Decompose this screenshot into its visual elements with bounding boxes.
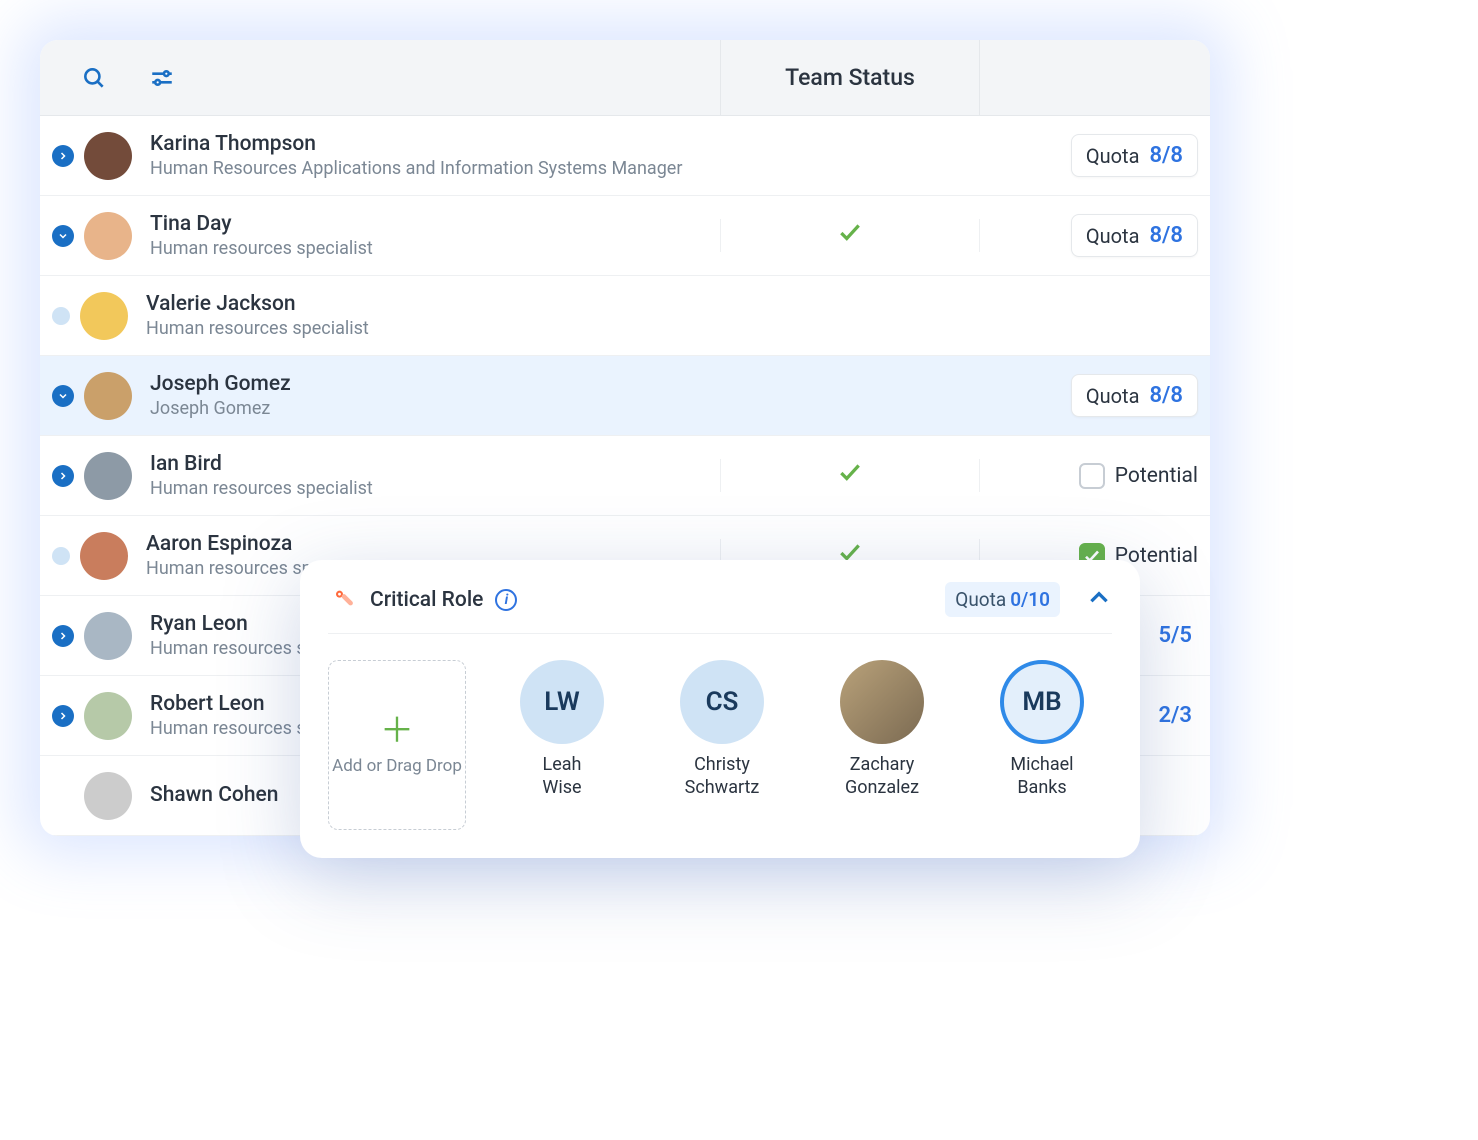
candidate-name: ZacharyGonzalez <box>845 754 919 799</box>
info-icon[interactable]: i <box>495 589 517 611</box>
panel-header: Team Status <box>40 40 1210 116</box>
candidate-item[interactable]: CS ChristySchwartz <box>652 660 792 830</box>
avatar <box>84 452 132 500</box>
plus-icon: ＋ <box>380 714 414 748</box>
chevron-right-icon[interactable] <box>52 465 74 487</box>
team-status-header: Team Status <box>720 40 980 115</box>
key-icon <box>328 585 358 615</box>
quota-value: 5/5 <box>1158 623 1198 648</box>
avatar-initials: LW <box>520 660 604 744</box>
person-role: Human Resources Applications and Informa… <box>150 158 682 179</box>
table-row[interactable]: Joseph GomezJoseph Gomez Quota 8/8 <box>40 356 1210 436</box>
chevron-right-icon[interactable] <box>52 705 74 727</box>
filter-icon[interactable] <box>148 64 176 92</box>
popup-quota-badge: Quota0/10 <box>945 582 1060 617</box>
avatar-initials: CS <box>680 660 764 744</box>
avatar <box>84 132 132 180</box>
check-icon <box>837 219 863 252</box>
potential-label: Potential <box>1115 464 1198 488</box>
person-name: Shawn Cohen <box>150 783 278 807</box>
avatar <box>840 660 924 744</box>
person-name: Aaron Espinoza <box>146 532 369 556</box>
potential-checkbox[interactable] <box>1079 463 1105 489</box>
chevron-down-icon[interactable] <box>52 225 74 247</box>
avatar <box>84 212 132 260</box>
avatar <box>84 372 132 420</box>
quota-label: Quota <box>1086 224 1140 248</box>
chevron-down-icon[interactable] <box>52 385 74 407</box>
person-name: Joseph Gomez <box>150 372 291 396</box>
quota-pill: Quota 8/8 <box>1071 374 1198 417</box>
quota-value: 2/3 <box>1158 703 1198 728</box>
check-icon <box>837 459 863 492</box>
critical-role-popup: Critical Role i Quota0/10 ＋ Add or Drag … <box>300 560 1140 858</box>
table-row[interactable]: Karina ThompsonHuman Resources Applicati… <box>40 116 1210 196</box>
quota-pill: Quota 8/8 <box>1071 134 1198 177</box>
chevron-right-icon[interactable] <box>52 145 74 167</box>
tree-leaf-dot <box>52 307 70 325</box>
avatar <box>84 612 132 660</box>
quota-value: 8/8 <box>1149 223 1183 248</box>
tree-leaf-dot <box>52 547 70 565</box>
avatar <box>84 692 132 740</box>
person-name: Karina Thompson <box>150 132 682 156</box>
add-drop-zone[interactable]: ＋ Add or Drag Drop <box>328 660 466 830</box>
candidate-item[interactable]: ZacharyGonzalez <box>812 660 952 830</box>
person-role: Human resources specialist <box>146 318 369 339</box>
avatar <box>84 772 132 820</box>
search-icon[interactable] <box>80 64 108 92</box>
avatar-initials: MB <box>1000 660 1084 744</box>
table-row[interactable]: Valerie JacksonHuman resources specialis… <box>40 276 1210 356</box>
table-row[interactable]: Tina DayHuman resources specialist Quota 8… <box>40 196 1210 276</box>
person-role: Human resources specialist <box>150 478 373 499</box>
avatar <box>80 532 128 580</box>
person-role: Human resources specialist <box>150 238 373 259</box>
quota-label: Quota <box>1086 384 1140 408</box>
chevron-right-icon[interactable] <box>52 625 74 647</box>
quota-value: 8/8 <box>1149 383 1183 408</box>
candidate-name: MichaelBanks <box>1010 754 1073 799</box>
candidate-name: ChristySchwartz <box>685 754 760 799</box>
quota-value: 8/8 <box>1149 143 1183 168</box>
popup-title: Critical Role <box>370 588 483 612</box>
person-name: Tina Day <box>150 212 373 236</box>
quota-label: Quota <box>1086 144 1140 168</box>
quota-pill: Quota 8/8 <box>1071 214 1198 257</box>
avatar <box>80 292 128 340</box>
candidate-name: LeahWise <box>542 754 581 799</box>
table-row[interactable]: Ian BirdHuman resources specialist Potent… <box>40 436 1210 516</box>
drop-label: Add or Drag Drop <box>332 756 462 776</box>
candidate-item[interactable]: MB MichaelBanks <box>972 660 1112 830</box>
person-name: Ian Bird <box>150 452 373 476</box>
person-role: Joseph Gomez <box>150 398 291 419</box>
candidate-item[interactable]: LW LeahWise <box>492 660 632 830</box>
collapse-icon[interactable] <box>1086 585 1112 615</box>
person-name: Valerie Jackson <box>146 292 369 316</box>
